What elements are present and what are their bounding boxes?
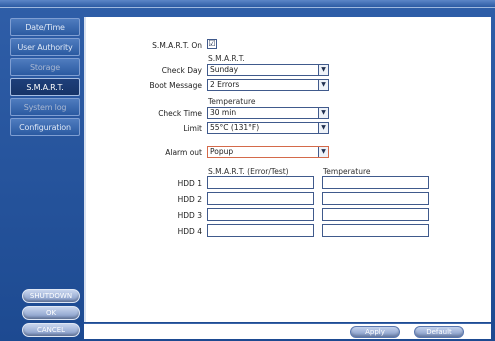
- smart-on-checkbox[interactable]: ☑: [207, 39, 217, 49]
- hdd-row-label: HDD 1: [177, 179, 202, 188]
- smart-group-label: S.M.A.R.T.: [208, 54, 245, 63]
- sidebar-item-date-time[interactable]: Date/Time: [10, 18, 80, 36]
- sidebar-item-smart[interactable]: S.M.A.R.T.: [10, 78, 80, 96]
- ok-button[interactable]: OK: [22, 306, 80, 320]
- hdd4-smart-field: [207, 224, 314, 237]
- check-day-select[interactable]: Sunday ▼: [207, 64, 329, 76]
- alarm-out-label: Alarm out: [165, 148, 202, 157]
- hdd3-temp-field: [322, 208, 429, 221]
- hdd-column-temperature: Temperature: [323, 167, 371, 176]
- boot-message-value: 2 Errors: [210, 80, 240, 89]
- hdd1-temp-field: [322, 176, 429, 189]
- chevron-down-icon: ▼: [318, 108, 328, 118]
- title-bar: [0, 0, 495, 8]
- sidebar-item-user-authority[interactable]: User Authority: [10, 38, 80, 56]
- default-button[interactable]: Default: [414, 326, 464, 338]
- hdd4-temp-field: [322, 224, 429, 237]
- alarm-out-select[interactable]: Popup ▼: [207, 146, 329, 158]
- check-day-value: Sunday: [210, 65, 239, 74]
- settings-sidebar: Date/Time User Authority Storage S.M.A.R…: [6, 16, 80, 341]
- check-time-select[interactable]: 30 min ▼: [207, 107, 329, 119]
- sidebar-item-storage[interactable]: Storage: [10, 58, 80, 76]
- check-day-label: Check Day: [161, 66, 202, 75]
- chevron-down-icon: ▼: [318, 123, 328, 133]
- check-time-value: 30 min: [210, 108, 237, 117]
- panel-footer: Apply Default: [84, 323, 491, 339]
- smart-on-label: S.M.A.R.T. On: [152, 41, 202, 50]
- alarm-out-value: Popup: [210, 147, 234, 156]
- sidebar-item-system-log[interactable]: System log: [10, 98, 80, 116]
- hdd1-smart-field: [207, 176, 314, 189]
- smart-settings-panel: S.M.A.R.T. On ☑ S.M.A.R.T. Check Day Sun…: [84, 17, 491, 322]
- hdd2-smart-field: [207, 192, 314, 205]
- chevron-down-icon: ▼: [318, 65, 328, 75]
- hdd-row-label: HDD 3: [177, 211, 202, 220]
- temperature-group-label: Temperature: [208, 97, 256, 106]
- shutdown-button[interactable]: SHUTDOWN: [22, 289, 80, 303]
- cancel-button[interactable]: CANCEL: [22, 323, 80, 337]
- hdd3-smart-field: [207, 208, 314, 221]
- limit-label: Limit: [183, 124, 202, 133]
- chevron-down-icon: ▼: [318, 80, 328, 90]
- hdd-column-smart: S.M.A.R.T. (Error/Test): [208, 167, 289, 176]
- limit-value: 55°C (131°F): [210, 123, 260, 132]
- hdd2-temp-field: [322, 192, 429, 205]
- apply-button[interactable]: Apply: [350, 326, 400, 338]
- hdd-row-label: HDD 2: [177, 195, 202, 204]
- check-time-label: Check Time: [158, 109, 202, 118]
- sidebar-item-configuration[interactable]: Configuration: [10, 118, 80, 136]
- chevron-down-icon: ▼: [318, 147, 328, 157]
- hdd-row-label: HDD 4: [177, 227, 202, 236]
- limit-select[interactable]: 55°C (131°F) ▼: [207, 122, 329, 134]
- boot-message-label: Boot Message: [149, 81, 202, 90]
- boot-message-select[interactable]: 2 Errors ▼: [207, 79, 329, 91]
